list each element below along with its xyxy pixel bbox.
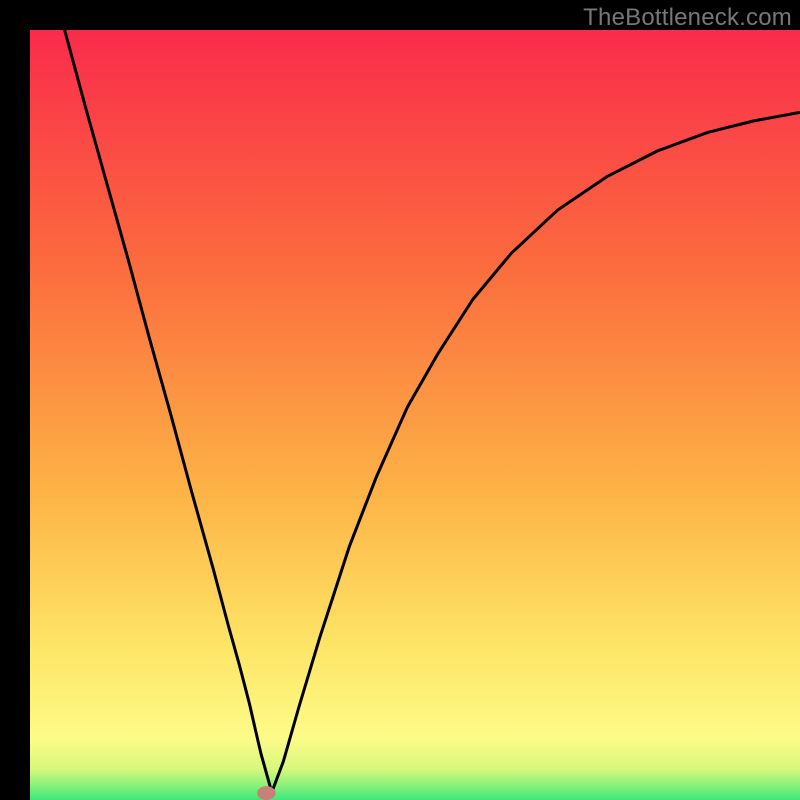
chart-background xyxy=(30,30,800,800)
watermark-text: TheBottleneck.com xyxy=(583,4,792,32)
bottleneck-chart xyxy=(30,30,800,800)
chart-frame: TheBottleneck.com xyxy=(0,0,800,800)
minimum-marker xyxy=(257,786,275,800)
